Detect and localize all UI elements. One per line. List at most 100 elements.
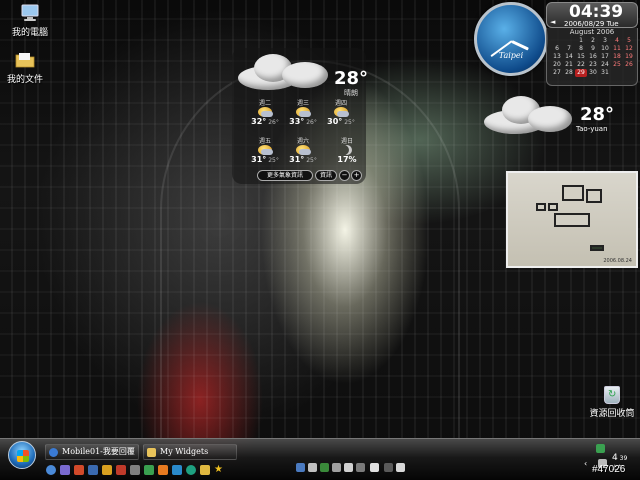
picture-frame xyxy=(586,189,602,203)
calendar-day[interactable]: 10 xyxy=(599,45,611,53)
calendar-day[interactable]: 14 xyxy=(563,53,575,61)
calendar-day[interactable]: 21 xyxy=(563,61,575,69)
calendar-gadget[interactable]: August 2006 1 2 3 4 5 6 7 8 9 10 11 12 13 14 15 16 17 18 1… xyxy=(546,28,638,86)
calendar-day[interactable]: 7 xyxy=(563,45,575,53)
forecast-day: 週六 31° 25° xyxy=(288,136,318,164)
calendar-day[interactable]: 8 xyxy=(575,45,587,53)
tray-icon[interactable] xyxy=(320,463,329,472)
folder-icon xyxy=(147,448,156,457)
calendar-day[interactable]: 12 xyxy=(623,45,635,53)
forecast-low: 25° xyxy=(268,157,279,164)
weather-gadget[interactable]: 28° 晴朗 週二 32° 26° 週三 33° 26° 週四 30° 25° … xyxy=(232,48,368,184)
calendar-day xyxy=(551,37,563,45)
forecast-day: 週四 30° 25° xyxy=(326,98,356,126)
forecast-day: 週二 32° 26° xyxy=(250,98,280,126)
app-icon[interactable] xyxy=(172,465,182,475)
analog-clock-gadget[interactable]: Taipei xyxy=(474,2,548,76)
taskbar-window-button[interactable]: My Widgets xyxy=(143,444,237,460)
app-icon[interactable] xyxy=(88,465,98,475)
taskbar-window-button[interactable]: Mobile01-我要回覆 ... xyxy=(45,444,139,460)
calendar-day[interactable]: 4 xyxy=(611,37,623,45)
calendar-day[interactable]: 2 xyxy=(587,37,599,45)
calendar-day[interactable]: 16 xyxy=(587,53,599,61)
forecast-day-name: 週日 xyxy=(340,138,353,145)
tray-icon[interactable] xyxy=(332,463,341,472)
plus-icon[interactable]: + xyxy=(351,170,362,181)
media-player-icon[interactable] xyxy=(60,465,70,475)
calendar-day[interactable]: 20 xyxy=(551,61,563,69)
forecast-high: 31° xyxy=(251,155,267,164)
app-icon[interactable] xyxy=(158,465,168,475)
app-icon[interactable] xyxy=(186,465,196,475)
tray-icon[interactable] xyxy=(344,463,353,472)
ie-icon[interactable] xyxy=(46,465,56,475)
calendar-day[interactable]: 22 xyxy=(575,61,587,69)
app-icon[interactable] xyxy=(116,465,126,475)
current-condition: 晴朗 xyxy=(344,89,358,97)
tray-icon[interactable] xyxy=(384,463,393,472)
calendar-day[interactable]: 15 xyxy=(575,53,587,61)
start-button[interactable] xyxy=(8,441,36,469)
thunderstorm-icon xyxy=(296,107,311,117)
desktop-icon-label: 我的文件 xyxy=(6,75,43,85)
calendar-day[interactable]: 18 xyxy=(611,53,623,61)
calendar-day[interactable]: 5 xyxy=(623,37,635,45)
calendar-day xyxy=(623,69,635,77)
calendar-month: August 2006 xyxy=(569,28,615,36)
app-icon[interactable] xyxy=(102,465,112,475)
desktop-icon-my-computer[interactable]: 我的電腦 xyxy=(2,3,58,38)
cloud-icon-part xyxy=(528,106,572,132)
calendar-day[interactable]: 6 xyxy=(551,45,563,53)
calendar-day[interactable]: 24 xyxy=(599,61,611,69)
forecast-high: 32° xyxy=(251,117,267,126)
forecast-day: 週日 17% xyxy=(332,136,362,164)
calendar-day[interactable]: 30 xyxy=(587,69,599,77)
calendar-grid: 1 2 3 4 5 6 7 8 9 10 11 12 13 14 15 16 17 18 19 20 21 22 23 24 2… xyxy=(551,37,637,77)
photo-slideshow-gadget[interactable]: 2006.08.24 xyxy=(506,171,638,268)
app-icon[interactable] xyxy=(144,465,154,475)
calendar-day[interactable]: 1 xyxy=(575,37,587,45)
calendar-day[interactable]: 31 xyxy=(599,69,611,77)
calendar-day[interactable]: 11 xyxy=(611,45,623,53)
more-weather-button[interactable]: 更多氣象資訊 xyxy=(257,170,313,181)
calendar-day[interactable]: 28 xyxy=(563,69,575,77)
digital-clock-gadget[interactable]: 04:39 ◄ 2006/08/29 Tue xyxy=(546,2,638,28)
folder-icon[interactable] xyxy=(200,465,210,475)
taskbar-window-label: Mobile01-我要回覆 ... xyxy=(62,447,139,456)
forecast-day-name: 週三 xyxy=(296,100,309,107)
calendar-day[interactable]: 25 xyxy=(611,61,623,69)
tray-icon[interactable] xyxy=(396,463,405,472)
calendar-day[interactable]: 9 xyxy=(587,45,599,53)
partly-cloudy-icon xyxy=(296,145,311,155)
forecast-low: 25° xyxy=(306,157,317,164)
weather-gadget-small[interactable]: 28° Tao-yuan xyxy=(484,88,616,140)
minus-icon[interactable]: − xyxy=(339,170,350,181)
calendar-day[interactable]: 23 xyxy=(587,61,599,69)
pc-icon[interactable] xyxy=(74,465,84,475)
desktop-icon-recycle-bin[interactable]: 資源回收筒 xyxy=(584,386,640,419)
desktop-icon-my-documents[interactable]: 我的文件 xyxy=(0,50,53,85)
small-city: Tao-yuan xyxy=(576,125,608,133)
prev-arrow-icon[interactable]: ◄ xyxy=(550,18,555,26)
calendar-day[interactable]: 27 xyxy=(551,69,563,77)
forecast-day: 週三 33° 26° xyxy=(288,98,318,126)
calendar-day[interactable]: 19 xyxy=(623,53,635,61)
tray-icon[interactable] xyxy=(308,463,317,472)
help-icon[interactable] xyxy=(370,463,379,472)
star-icon[interactable]: ★ xyxy=(214,465,224,475)
calendar-day[interactable]: 26 xyxy=(623,61,635,69)
computer-icon xyxy=(21,4,39,21)
calendar-day[interactable]: 17 xyxy=(599,53,611,61)
calendar-day[interactable]: 3 xyxy=(599,37,611,45)
watermark: #47026 xyxy=(592,464,626,475)
network-icon[interactable] xyxy=(596,444,605,453)
info-button[interactable]: 資訊 xyxy=(315,170,337,181)
calendar-day[interactable]: 13 xyxy=(551,53,563,61)
app-icon[interactable] xyxy=(130,465,140,475)
calendar-day[interactable]: 29 xyxy=(575,69,587,77)
folder-icon xyxy=(15,53,35,68)
small-temperature: 28° xyxy=(580,104,615,125)
tray-icon[interactable] xyxy=(356,463,365,472)
calendar-day xyxy=(611,69,623,77)
tray-icon[interactable] xyxy=(296,463,305,472)
